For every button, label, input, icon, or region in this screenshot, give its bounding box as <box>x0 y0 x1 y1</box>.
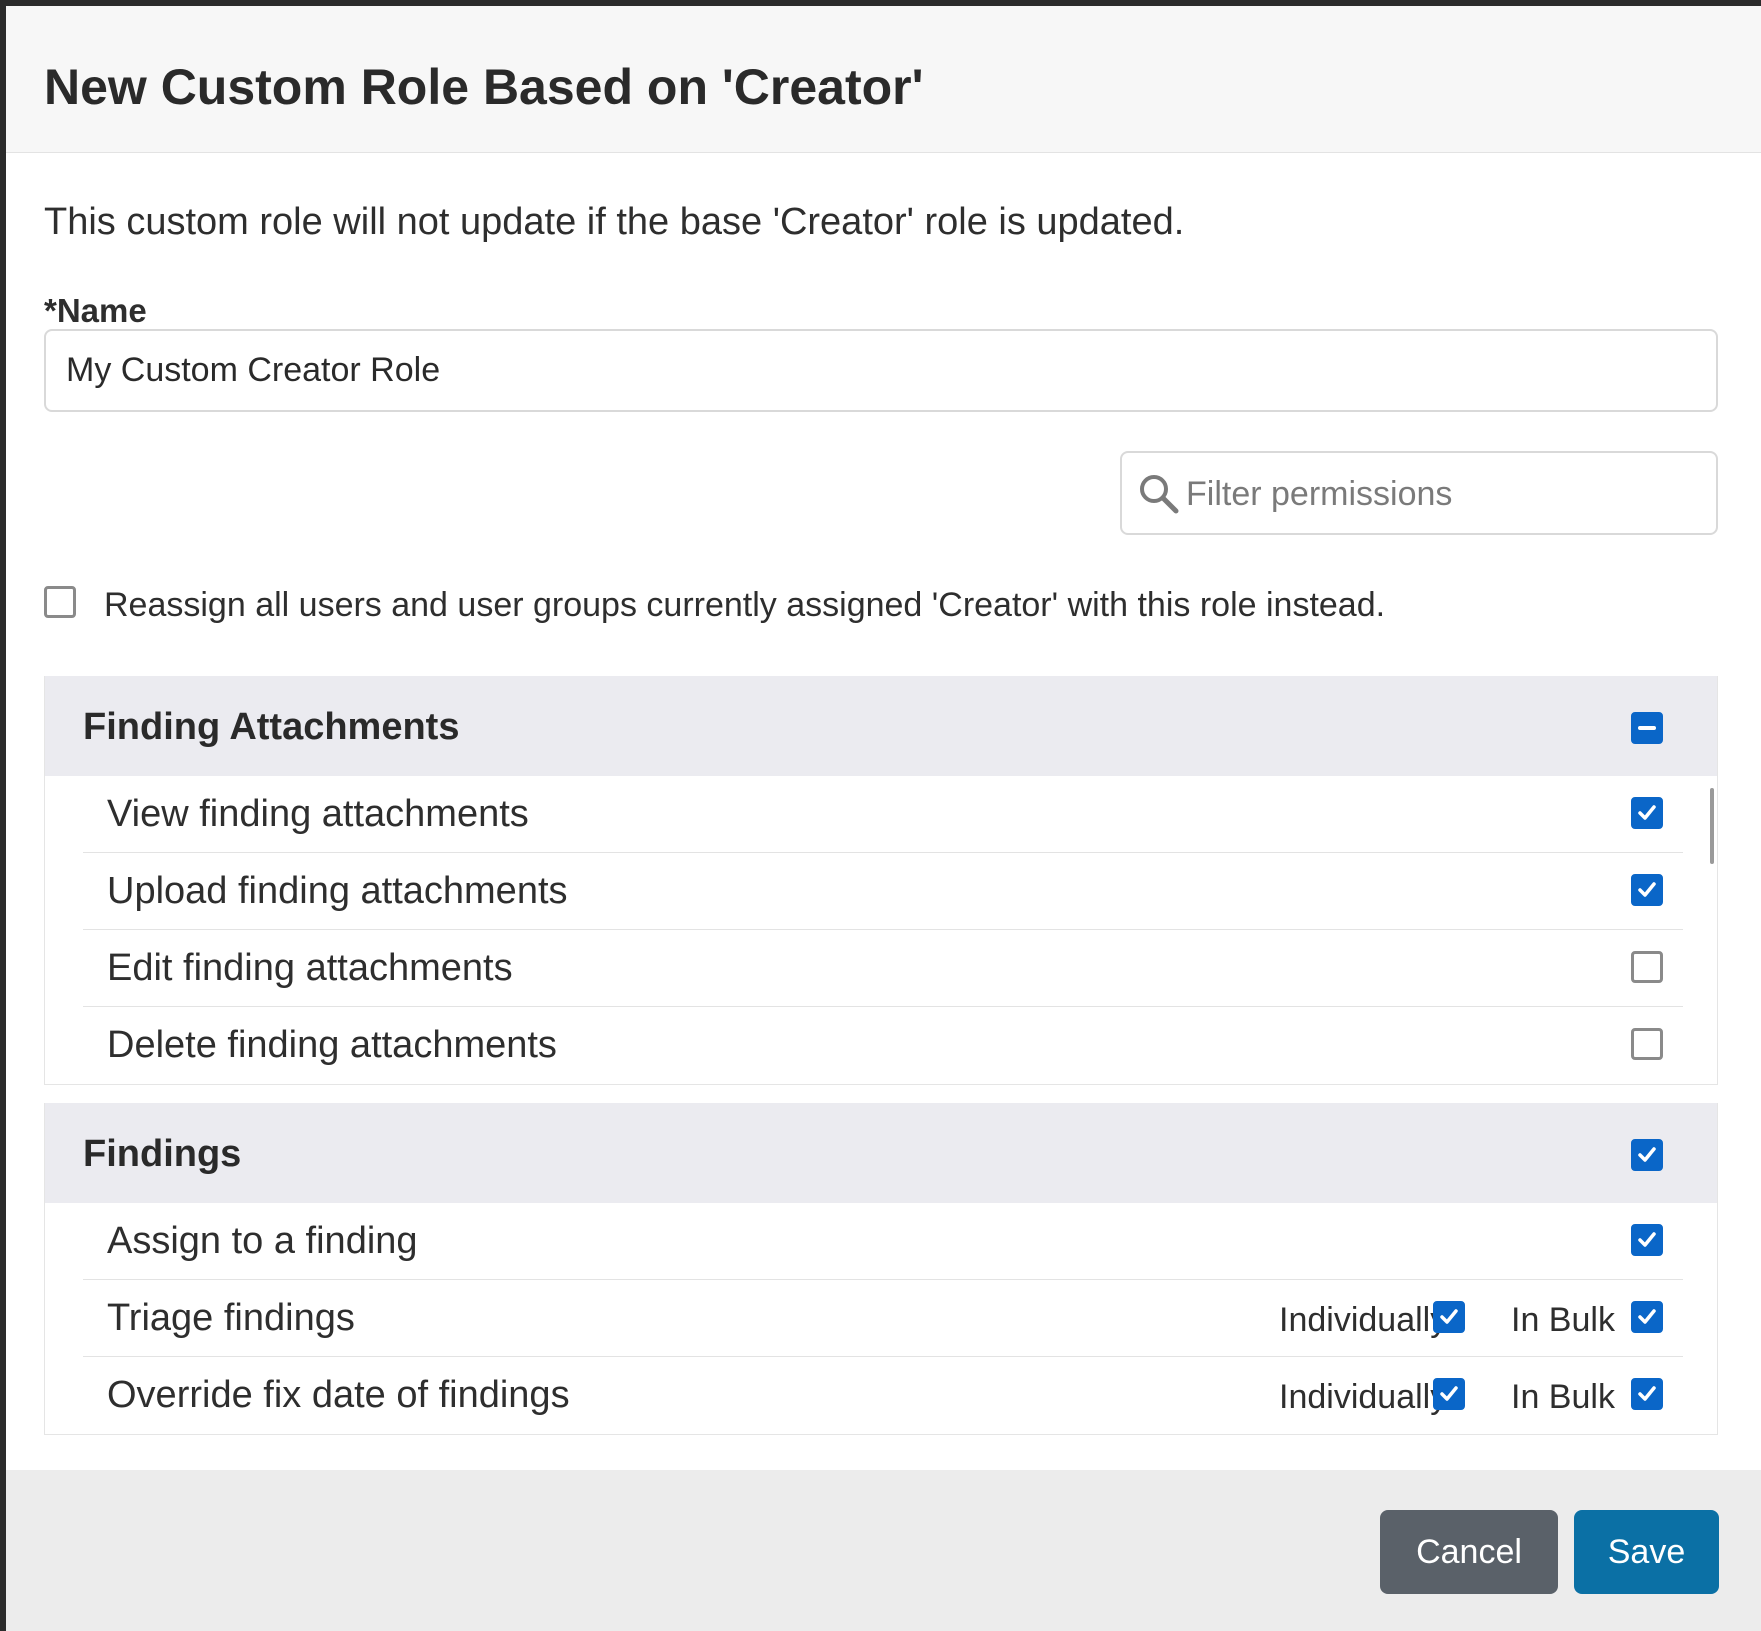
permission-row: Assign to a finding <box>83 1203 1683 1280</box>
permission-row: Upload finding attachments <box>83 853 1683 930</box>
in-bulk-label: In Bulk <box>1511 1378 1615 1416</box>
permission-label: Assign to a finding <box>107 1220 418 1262</box>
section-header: Finding Attachments <box>45 676 1717 776</box>
cancel-button[interactable]: Cancel <box>1380 1510 1558 1594</box>
section-title: Findings <box>83 1133 242 1175</box>
permission-checkbox[interactable] <box>1631 797 1663 829</box>
permission-row: Delete finding attachments <box>83 1007 1683 1084</box>
custom-role-modal: New Custom Role Based on 'Creator' This … <box>6 6 1761 1631</box>
check-icon <box>1440 1309 1458 1324</box>
check-icon <box>1638 805 1656 820</box>
reassign-label: Reassign all users and user groups curre… <box>104 586 1386 624</box>
modal-title: New Custom Role Based on 'Creator' <box>44 59 924 115</box>
section-toggle-checkbox[interactable] <box>1631 712 1663 744</box>
permission-row: Triage findings Individually In Bulk <box>83 1280 1683 1357</box>
permission-row: Edit finding attachments <box>83 930 1683 1007</box>
check-icon <box>1638 1147 1656 1162</box>
permission-label: View finding attachments <box>107 793 529 835</box>
search-icon <box>1140 475 1179 514</box>
check-icon <box>1638 1386 1656 1401</box>
permission-checkbox[interactable] <box>1631 1028 1663 1060</box>
reassign-checkbox[interactable] <box>44 586 76 618</box>
name-input[interactable] <box>44 329 1718 412</box>
check-icon <box>1440 1386 1458 1401</box>
permission-checkbox[interactable] <box>1631 951 1663 983</box>
permission-label: Delete finding attachments <box>107 1024 557 1066</box>
permission-checkbox[interactable] <box>1631 1224 1663 1256</box>
individually-label: Individually <box>1279 1301 1448 1339</box>
filter-permissions-input[interactable] <box>1184 453 1708 535</box>
permission-label: Triage findings <box>107 1297 355 1339</box>
permission-row: Override fix date of findings Individual… <box>83 1357 1683 1434</box>
in-bulk-checkbox[interactable] <box>1631 1378 1663 1410</box>
section-findings: Findings Assign to a finding Triage find… <box>44 1103 1718 1435</box>
permission-row: View finding attachments <box>83 776 1683 853</box>
check-icon <box>1638 1232 1656 1247</box>
filter-permissions-field[interactable] <box>1120 451 1718 535</box>
section-header: Findings <box>45 1103 1717 1203</box>
save-button[interactable]: Save <box>1574 1510 1719 1594</box>
in-bulk-checkbox[interactable] <box>1631 1301 1663 1333</box>
section-finding-attachments: Finding Attachments View finding attachm… <box>44 676 1718 1085</box>
check-icon <box>1638 882 1656 897</box>
section-toggle-checkbox[interactable] <box>1631 1139 1663 1171</box>
individually-label: Individually <box>1279 1378 1448 1416</box>
modal-header: New Custom Role Based on 'Creator' <box>6 6 1761 153</box>
individually-checkbox[interactable] <box>1433 1378 1465 1410</box>
permissions-scrollbar[interactable] <box>1710 788 1714 864</box>
permission-label: Upload finding attachments <box>107 870 568 912</box>
section-title: Finding Attachments <box>83 706 460 748</box>
individually-checkbox[interactable] <box>1433 1301 1465 1333</box>
permission-label: Override fix date of findings <box>107 1374 570 1416</box>
check-icon <box>1638 1309 1656 1324</box>
name-label: *Name <box>44 292 147 329</box>
minus-icon <box>1638 726 1656 730</box>
permission-label: Edit finding attachments <box>107 947 513 989</box>
in-bulk-label: In Bulk <box>1511 1301 1615 1339</box>
modal-footer: Cancel Save <box>6 1470 1761 1631</box>
info-notice: This custom role will not update if the … <box>44 201 1185 243</box>
permission-checkbox[interactable] <box>1631 874 1663 906</box>
permissions-list: Finding Attachments View finding attachm… <box>44 676 1718 1436</box>
